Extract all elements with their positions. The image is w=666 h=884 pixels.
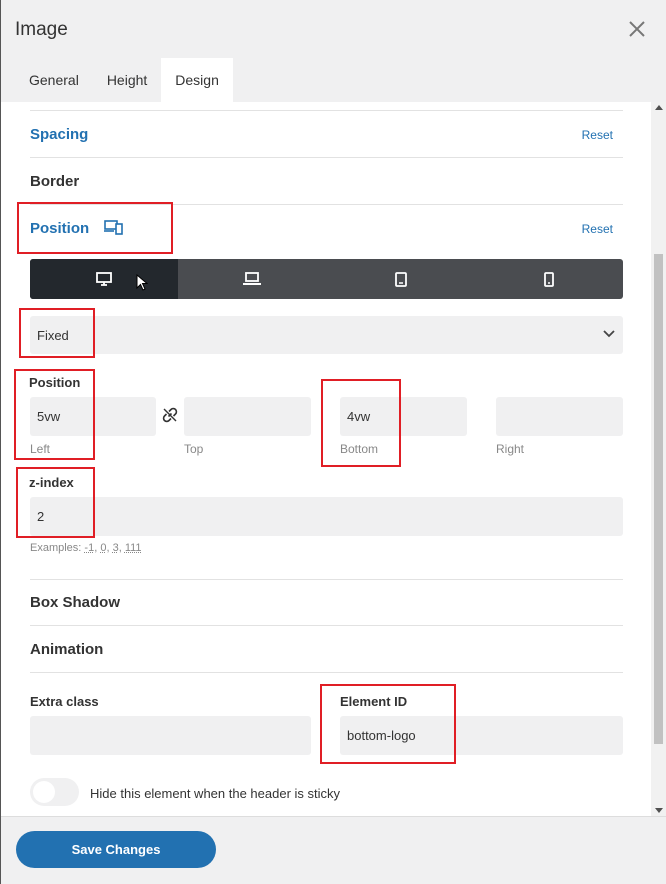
desktop-icon <box>96 272 113 286</box>
hide-when-sticky-label: Hide this element when the header is sti… <box>90 786 341 801</box>
design-panel: Spacing Reset Border Position Reset Fixe… <box>1 102 651 816</box>
highlight-box <box>16 467 95 538</box>
spacing-title[interactable]: Spacing <box>30 126 88 143</box>
highlight-box <box>14 369 95 460</box>
position-type-select[interactable]: Fixed <box>30 316 623 354</box>
border-section[interactable]: Border <box>30 158 623 205</box>
device-mobile-button[interactable] <box>475 259 623 299</box>
spacing-reset-link[interactable]: Reset <box>582 128 613 142</box>
animation-section[interactable]: Animation <box>30 626 623 673</box>
box-shadow-title[interactable]: Box Shadow <box>30 594 120 611</box>
scrollbar-thumb[interactable] <box>654 254 663 744</box>
modal-title: Image <box>15 19 68 40</box>
mobile-icon <box>543 271 554 287</box>
modal: Image General Height Design Spacing Rese… <box>0 0 666 884</box>
close-icon <box>629 21 645 37</box>
tablet-icon <box>394 271 407 287</box>
border-title[interactable]: Border <box>30 173 79 190</box>
device-tablet-button[interactable] <box>327 259 475 299</box>
tab-height[interactable]: Height <box>93 58 161 102</box>
tab-design[interactable]: Design <box>161 58 233 102</box>
position-top-input[interactable] <box>184 397 311 436</box>
laptop-icon <box>243 272 262 285</box>
position-right-input[interactable] <box>496 397 623 436</box>
spacing-section[interactable]: Spacing Reset <box>30 111 623 158</box>
zindex-examples: Examples: -1, 0, 3, 111 <box>30 542 142 554</box>
device-laptop-button[interactable] <box>178 259 326 299</box>
device-switcher <box>30 259 623 299</box>
highlight-box <box>19 308 95 358</box>
tab-bar: General Height Design <box>15 58 233 102</box>
chevron-down-icon <box>603 330 615 338</box>
modal-header: Image General Height Design <box>1 0 666 102</box>
scroll-down-arrow-icon[interactable] <box>655 808 663 813</box>
zindex-input[interactable]: 2 <box>30 497 623 536</box>
tab-general[interactable]: General <box>15 58 93 102</box>
modal-footer: Save Changes <box>1 816 666 884</box>
close-button[interactable] <box>626 18 648 40</box>
scrollbar[interactable] <box>651 102 666 816</box>
extra-class-label: Extra class <box>30 694 99 709</box>
highlight-box <box>320 684 456 764</box>
position-reset-link[interactable]: Reset <box>582 222 613 236</box>
save-changes-button[interactable]: Save Changes <box>16 831 216 868</box>
mouse-pointer-icon <box>136 274 148 291</box>
position-right-label: Right <box>496 442 525 456</box>
device-desktop-button[interactable] <box>30 259 179 299</box>
position-top-label: Top <box>184 442 204 456</box>
extra-class-input[interactable] <box>30 716 311 755</box>
link-values-icon[interactable] <box>162 407 178 423</box>
animation-title[interactable]: Animation <box>30 641 103 658</box>
toggle-knob <box>33 781 55 803</box>
scroll-up-arrow-icon[interactable] <box>655 105 663 110</box>
hide-when-sticky-toggle[interactable] <box>30 778 79 806</box>
box-shadow-section[interactable]: Box Shadow <box>30 579 623 626</box>
highlight-box <box>321 379 401 467</box>
highlight-box <box>17 202 173 254</box>
